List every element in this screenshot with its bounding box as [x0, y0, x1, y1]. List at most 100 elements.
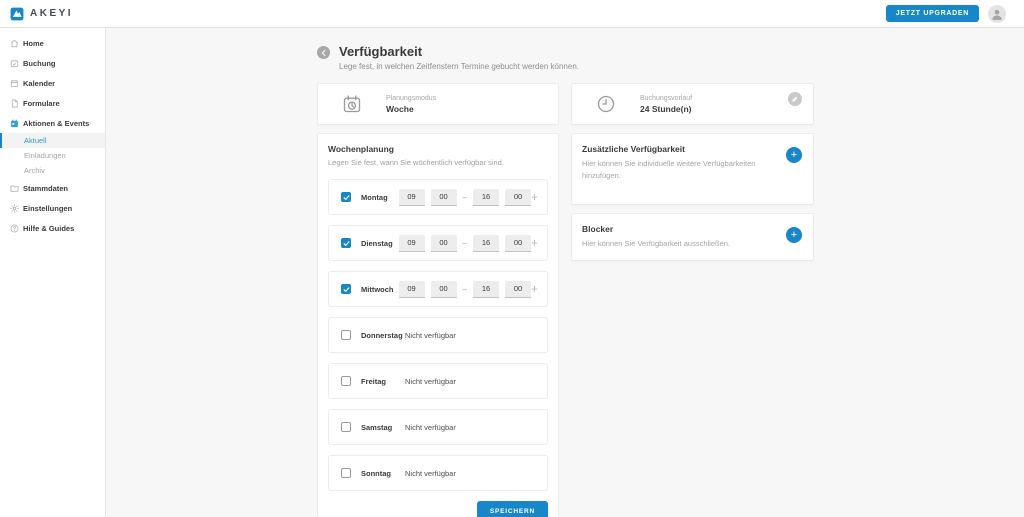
sidebar-subitem-aktuell[interactable]: Aktuell [0, 133, 105, 148]
sidebar-item-stammdaten[interactable]: Stammdaten [0, 178, 105, 198]
sidebar-item-label: Buchung [23, 59, 56, 68]
sidebar-item-kalender[interactable]: Kalender [0, 73, 105, 93]
time-from-hour-input-mittwoch[interactable] [399, 281, 425, 298]
week-plan-title: Wochenplanung [328, 144, 548, 154]
folder-icon [10, 184, 19, 193]
add-timeslot-button[interactable]: + [531, 283, 538, 295]
sidebar-item-label: Hilfe & Guides [23, 224, 74, 233]
day-checkbox-freitag[interactable] [341, 376, 351, 386]
time-from-minute-input-dienstag[interactable] [431, 235, 457, 252]
sidebar-nav: Home Buchung Kalender Formulare Aktionen… [0, 28, 106, 517]
add-blocker-button[interactable]: + [786, 227, 802, 243]
unavailable-label: Nicht verfügbar [405, 377, 456, 386]
page-subtitle: Lege fest, in welchen Zeitfenstern Termi… [339, 62, 579, 71]
main-area: Verfügbarkeit Lege fest, in welchen Zeit… [107, 28, 1024, 517]
booking-lead-value: 24 Stunde(n) [640, 104, 692, 114]
avatar[interactable] [988, 5, 1006, 23]
day-row-freitag: Freitag Nicht verfügbar [328, 363, 548, 399]
sidebar-item-aktionen-events[interactable]: Aktionen & Events [0, 113, 105, 133]
day-checkbox-montag[interactable] [341, 192, 351, 202]
day-row-sonntag: Sonntag Nicht verfügbar [328, 455, 548, 491]
sidebar-item-label: Einstellungen [23, 204, 72, 213]
planning-mode-label: Planungsmodus [386, 95, 436, 102]
day-label-samstag: Samstag [361, 423, 405, 432]
plus-icon: + [791, 230, 797, 241]
home-icon [10, 39, 19, 48]
pencil-icon [791, 95, 799, 103]
planning-mode-value: Woche [386, 104, 436, 114]
plus-icon: + [791, 150, 797, 161]
time-from-minute-input-montag[interactable] [431, 189, 457, 206]
time-to-hour-input-mittwoch[interactable] [473, 281, 499, 298]
day-checkbox-donnerstag[interactable] [341, 330, 351, 340]
unavailable-label: Nicht verfügbar [405, 469, 456, 478]
time-to-hour-input-montag[interactable] [473, 189, 499, 206]
events-icon [10, 119, 19, 128]
add-extra-availability-button[interactable]: + [786, 147, 802, 163]
day-label-sonntag: Sonntag [361, 469, 405, 478]
day-checkbox-dienstag[interactable] [341, 238, 351, 248]
day-checkbox-mittwoch[interactable] [341, 284, 351, 294]
blocker-title: Blocker [582, 224, 773, 234]
extra-availability-description: Hier können Sie individuelle weitere Ver… [582, 158, 773, 181]
add-timeslot-button[interactable]: + [531, 191, 538, 203]
akeyi-logo-icon [10, 7, 24, 21]
clock-icon [596, 94, 616, 114]
sidebar-item-label: Kalender [23, 79, 55, 88]
unavailable-label: Nicht verfügbar [405, 331, 456, 340]
sidebar-item-formulare[interactable]: Formulare [0, 93, 105, 113]
edit-booking-lead-button[interactable] [788, 92, 802, 106]
time-range-separator: – [463, 193, 467, 202]
sidebar-item-label: Formulare [23, 99, 60, 108]
save-button[interactable]: SPEICHERN [477, 501, 548, 517]
page-title: Verfügbarkeit [339, 44, 579, 59]
time-to-minute-input-dienstag[interactable] [505, 235, 531, 252]
back-button[interactable] [317, 46, 330, 59]
upgrade-button[interactable]: JETZT UPGRADEN [886, 5, 979, 22]
sidebar-item-label: Aktionen & Events [23, 119, 89, 128]
day-label-freitag: Freitag [361, 377, 405, 386]
page-header: Verfügbarkeit Lege fest, in welchen Zeit… [317, 44, 814, 71]
day-checkbox-samstag[interactable] [341, 422, 351, 432]
day-checkbox-sonntag[interactable] [341, 468, 351, 478]
sidebar-item-label: Stammdaten [23, 184, 68, 193]
time-from-hour-input-dienstag[interactable] [399, 235, 425, 252]
sidebar-subitem-archiv[interactable]: Archiv [0, 163, 105, 178]
time-to-minute-input-montag[interactable] [505, 189, 531, 206]
unavailable-label: Nicht verfügbar [405, 423, 456, 432]
day-row-montag: Montag – + [328, 179, 548, 215]
sidebar-subitem-einladungen[interactable]: Einladungen [0, 148, 105, 163]
week-plan-subtitle: Legen Sie fest, wann Sie wöchentlich ver… [328, 158, 548, 167]
topbar: AKEYI JETZT UPGRADEN [0, 0, 1024, 28]
time-to-hour-input-dienstag[interactable] [473, 235, 499, 252]
sidebar-item-label: Home [23, 39, 44, 48]
user-icon [990, 7, 1004, 21]
planning-mode-card: Planungsmodus Woche [317, 83, 559, 125]
day-row-donnerstag: Donnerstag Nicht verfügbar [328, 317, 548, 353]
sidebar-item-home[interactable]: Home [0, 33, 105, 53]
sidebar-item-hilfe-guides[interactable]: Hilfe & Guides [0, 218, 105, 238]
day-label-mittwoch: Mittwoch [361, 285, 399, 294]
time-range-separator: – [463, 285, 467, 294]
app-logo[interactable]: AKEYI [10, 7, 73, 21]
booking-icon [10, 59, 19, 68]
add-timeslot-button[interactable]: + [531, 237, 538, 249]
time-range-separator: – [463, 239, 467, 248]
sidebar-item-einstellungen[interactable]: Einstellungen [0, 198, 105, 218]
day-row-samstag: Samstag Nicht verfügbar [328, 409, 548, 445]
sidebar-item-buchung[interactable]: Buchung [0, 53, 105, 73]
form-icon [10, 99, 19, 108]
day-row-mittwoch: Mittwoch – + [328, 271, 548, 307]
time-from-minute-input-mittwoch[interactable] [431, 281, 457, 298]
day-row-dienstag: Dienstag – + [328, 225, 548, 261]
day-label-donnerstag: Donnerstag [361, 331, 405, 340]
blocker-description: Hier können Sie Verfügbarkeit ausschließ… [582, 238, 773, 250]
blocker-card: Blocker Hier können Sie Verfügbarkeit au… [571, 213, 814, 261]
time-from-hour-input-montag[interactable] [399, 189, 425, 206]
day-label-montag: Montag [361, 193, 399, 202]
time-to-minute-input-mittwoch[interactable] [505, 281, 531, 298]
extra-availability-card: Zusätzliche Verfügbarkeit Hier können Si… [571, 133, 814, 205]
booking-lead-card: Buchungsvorlauf 24 Stunde(n) [571, 83, 814, 125]
booking-lead-label: Buchungsvorlauf [640, 95, 692, 102]
gear-icon [10, 204, 19, 213]
